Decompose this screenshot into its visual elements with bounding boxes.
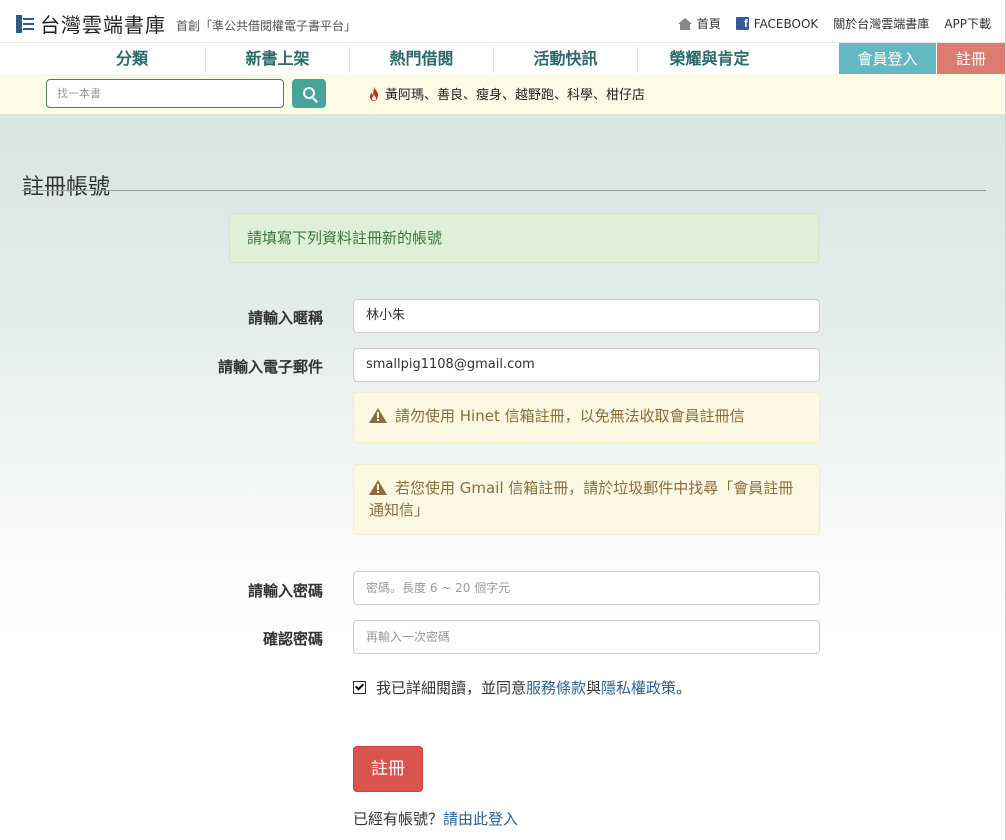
search-input[interactable]: 找一本書 xyxy=(46,79,284,108)
hot-keywords: 黃阿瑪、善良、瘦身、越野跑、科學、柑仔店 xyxy=(368,84,645,103)
home-icon xyxy=(677,17,692,30)
gmail-warning-text: 若您使用 Gmail 信箱註冊，請於垃圾郵件中找尋「會員註冊通知信」 xyxy=(369,479,794,519)
login-here-link[interactable]: 請由此登入 xyxy=(443,810,518,828)
terms-link[interactable]: 服務條款 xyxy=(526,677,586,698)
about-link-label: 關於台灣雲端書庫 xyxy=(833,17,930,31)
home-link-label: 首頁 xyxy=(696,17,721,31)
agree-checkbox[interactable] xyxy=(353,681,366,694)
agree-prefix: 我已詳細閱讀，並同意 xyxy=(376,679,527,697)
email-label: 請輸入電子郵件 xyxy=(217,358,323,376)
top-header: 台灣雲端書庫 首創「準公共借閱權電子書平台」 首頁 f FACEBOOK 關於台… xyxy=(0,0,1005,42)
register-nav-button[interactable]: 註冊 xyxy=(937,43,1005,75)
warning-icon xyxy=(369,480,387,495)
agree-suffix: 。 xyxy=(676,679,692,697)
about-link[interactable]: 關於台灣雲端書庫 xyxy=(833,15,929,32)
password-input[interactable]: 密碼。長度 6 ~ 20 個字元 xyxy=(353,571,820,605)
nav-honors[interactable]: 榮耀與肯定 xyxy=(638,43,781,75)
gmail-warning: 若您使用 Gmail 信箱註冊，請於垃圾郵件中找尋「會員註冊通知信」 xyxy=(353,464,820,535)
page-title: 註冊帳號 xyxy=(22,174,111,200)
app-download-label: APP下載 xyxy=(944,17,991,31)
register-submit-button[interactable]: 註冊 xyxy=(353,746,423,792)
confirm-password-input[interactable]: 再輸入一次密碼 xyxy=(353,620,820,654)
warning-icon xyxy=(369,408,387,423)
hinet-warning-text: 請勿使用 Hinet 信箱註冊，以免無法收取會員註冊信 xyxy=(395,407,745,425)
nav-popular[interactable]: 熱門借閱 xyxy=(350,43,493,75)
already-text: 已經有帳號？ xyxy=(353,810,444,828)
home-link[interactable]: 首頁 xyxy=(677,15,721,32)
facebook-link[interactable]: f FACEBOOK xyxy=(735,16,819,31)
agree-terms: 我已詳細閱讀，並同意 服務條款與隱私權政策。 xyxy=(353,677,691,698)
nickname-input[interactable]: 林小朱 xyxy=(353,299,820,333)
privacy-link[interactable]: 隱私權政策 xyxy=(601,677,676,698)
confirm-password-label: 確認密碼 xyxy=(262,630,323,648)
password-label: 請輸入密碼 xyxy=(247,582,323,600)
facebook-icon: f xyxy=(735,17,749,30)
agree-and: 與 xyxy=(586,679,602,697)
hinet-warning: 請勿使用 Hinet 信箱註冊，以免無法收取會員註冊信 xyxy=(353,392,820,443)
nav-events[interactable]: 活動快訊 xyxy=(494,43,637,75)
top-links: 首頁 f FACEBOOK 關於台灣雲端書庫 APP下載 xyxy=(663,15,991,32)
nickname-label: 請輸入暱稱 xyxy=(247,309,323,327)
site-logo[interactable]: 台灣雲端書庫 xyxy=(16,9,166,38)
app-download-link[interactable]: APP下載 xyxy=(944,15,991,32)
site-slogan: 首創「準公共借閱權電子書平台」 xyxy=(176,19,357,33)
book-logo-icon xyxy=(16,14,34,33)
main-nav: 分類 新書上架 熱門借閱 活動快訊 榮耀與肯定 會員登入 註冊 xyxy=(0,42,1005,75)
nav-new-books[interactable]: 新書上架 xyxy=(206,43,349,75)
search-button[interactable] xyxy=(292,79,326,108)
facebook-link-label: FACEBOOK xyxy=(753,16,819,31)
member-login-button[interactable]: 會員登入 xyxy=(839,43,936,75)
site-name: 台灣雲端書庫 xyxy=(40,13,166,37)
login-prompt: 已經有帳號？請由此登入 xyxy=(353,808,518,829)
info-alert: 請填寫下列資料註冊新的帳號 xyxy=(229,213,819,263)
email-input[interactable]: smallpig1108@gmail.com xyxy=(353,348,820,382)
nav-category[interactable]: 分類 xyxy=(60,43,204,75)
hot-keywords-list[interactable]: 黃阿瑪、善良、瘦身、越野跑、科學、柑仔店 xyxy=(385,84,645,103)
title-divider xyxy=(22,190,986,191)
fire-icon xyxy=(370,86,378,101)
